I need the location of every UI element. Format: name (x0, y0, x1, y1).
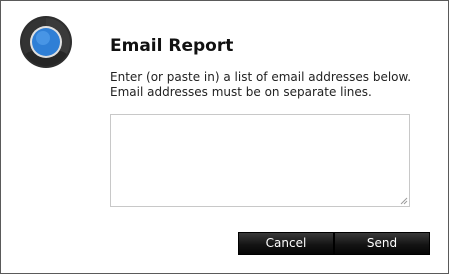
email-addresses-input[interactable] (110, 114, 410, 207)
resize-grip-icon[interactable] (399, 196, 408, 205)
cancel-button[interactable]: Cancel (238, 232, 334, 255)
instructions-text: Enter (or paste in) a list of email addr… (110, 70, 440, 100)
send-button[interactable]: Send (334, 232, 430, 255)
app-logo-icon (20, 16, 72, 68)
email-report-dialog: Email Report Enter (or paste in) a list … (0, 0, 449, 274)
instructions-line-1: Enter (or paste in) a list of email addr… (110, 70, 412, 84)
instructions-line-2: Email addresses must be on separate line… (110, 85, 372, 99)
dialog-title: Email Report (110, 36, 234, 56)
